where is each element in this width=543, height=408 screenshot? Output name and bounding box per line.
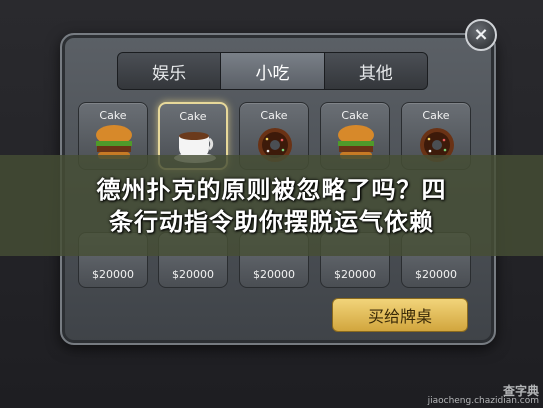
item-label: Cake: [341, 109, 369, 122]
item-price: $20000: [415, 268, 457, 281]
item-price: $20000: [172, 268, 214, 281]
item-price: $20000: [92, 268, 134, 281]
close-icon: ×: [473, 24, 489, 45]
headline-banner: 德州扑克的原则被忽略了吗？四 条行动指令助你摆脱运气依赖: [0, 155, 543, 256]
item-price: $20000: [334, 268, 376, 281]
headline-line-2: 条行动指令助你摆脱运气依赖: [109, 207, 434, 236]
headline-line-1: 德州扑克的原则被忽略了吗？四: [96, 175, 447, 204]
item-label: Cake: [179, 110, 207, 123]
item-label: Cake: [99, 109, 127, 122]
item-label: Cake: [260, 109, 288, 122]
tab-snacks[interactable]: 小吃: [221, 53, 325, 89]
category-tabs: 娱乐 小吃 其他: [117, 52, 428, 90]
tab-other[interactable]: 其他: [324, 53, 427, 89]
watermark: 查字典 jiaocheng.chazidian.com: [427, 384, 539, 406]
watermark-url: jiaocheng.chazidian.com: [427, 396, 539, 406]
tab-entertainment[interactable]: 娱乐: [118, 53, 222, 89]
item-label: Cake: [422, 109, 450, 122]
item-price: $20000: [253, 268, 295, 281]
watermark-title: 查字典: [502, 384, 539, 398]
close-button[interactable]: ×: [465, 19, 497, 51]
buy-for-table-button[interactable]: 买给牌桌: [332, 298, 468, 332]
